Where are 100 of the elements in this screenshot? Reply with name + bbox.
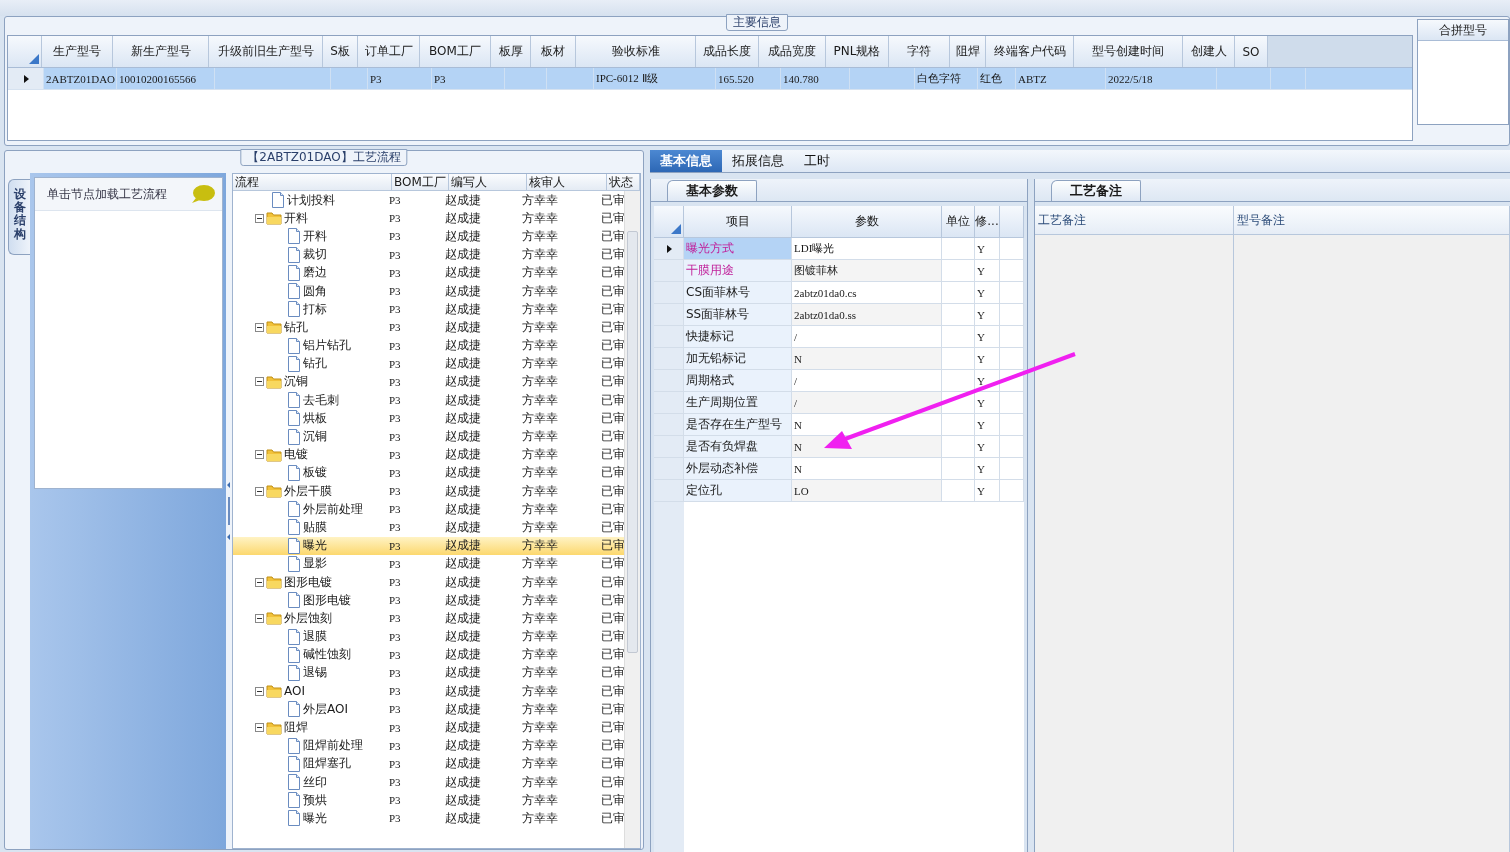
tree-row[interactable]: 外层前处理 P3 赵成捷 方幸幸 已审 [233,500,624,519]
tree-row[interactable]: 贴膜 P3 赵成捷 方幸幸 已审 [233,518,624,537]
tree-row[interactable]: 阻焊 P3 赵成捷 方幸幸 已审 [233,718,624,737]
column-header[interactable]: 板厚 [491,36,531,67]
tree-node[interactable]: 预烘 [303,791,327,809]
collapse-icon[interactable] [255,213,264,223]
tree-node[interactable]: 图形电镀 [303,591,351,609]
tree-node[interactable]: 图形电镀 [284,573,332,591]
tree-row[interactable]: 计划投料 P3 赵成捷 方幸幸 已审 [233,191,624,210]
tree-node[interactable]: 开料 [303,227,327,245]
tree-row[interactable]: 烘板 P3 赵成捷 方幸幸 已审 [233,409,624,428]
collapse-icon[interactable] [255,486,264,496]
tree-row[interactable]: 钻孔 P3 赵成捷 方幸幸 已审 [233,354,624,373]
tab[interactable]: 基本信息 [650,150,722,172]
tree-node[interactable]: 阻焊塞孔 [303,755,351,773]
column-header[interactable]: 核审人 [527,174,607,190]
column-header[interactable]: 型号创建时间 [1074,36,1183,67]
column-header[interactable]: 生产型号 [42,36,113,67]
tree-node[interactable]: 显影 [303,555,327,573]
column-header[interactable]: 成品宽度 [759,36,826,67]
collapse-icon[interactable] [255,577,264,587]
column-header[interactable]: 项目 [684,206,792,238]
tree-node[interactable]: 钻孔 [303,355,327,373]
tab[interactable]: 拓展信息 [722,150,794,172]
tree-node[interactable]: 烘板 [303,409,327,427]
tree-node[interactable]: 去毛刺 [303,391,339,409]
tree-row[interactable]: 碱性蚀刻 P3 赵成捷 方幸幸 已审 [233,645,624,664]
collapse-icon[interactable] [255,322,264,332]
column-header[interactable]: 编写人 [449,174,527,190]
tree-row[interactable]: 退膜 P3 赵成捷 方幸幸 已审 [233,627,624,646]
column-header[interactable]: 阻焊 [950,36,986,67]
tree-node[interactable]: 退膜 [303,628,327,646]
column-header[interactable]: 流程 [233,174,392,190]
tree-node[interactable]: 曝光 [303,537,327,555]
tree-node[interactable]: 板镀 [303,464,327,482]
tree-row[interactable]: 铝片钻孔 P3 赵成捷 方幸幸 已审 [233,336,624,355]
tree-node[interactable]: 贴膜 [303,518,327,536]
tree-node[interactable]: 外层AOI [303,700,348,718]
tree-row[interactable]: 阻焊塞孔 P3 赵成捷 方幸幸 已审 [233,754,624,773]
tree-node[interactable]: 阻焊前处理 [303,737,363,755]
tree-row[interactable]: 圆角 P3 赵成捷 方幸幸 已审 [233,281,624,301]
tree-row[interactable]: 开料 P3 赵成捷 方幸幸 已审 [233,227,624,246]
column-header[interactable]: 工艺备注 [1038,211,1086,229]
tab[interactable]: 工时 [794,150,840,172]
tree-node[interactable]: 圆角 [303,282,327,300]
collapse-icon[interactable] [255,723,264,733]
tree-node[interactable]: 外层蚀刻 [284,609,332,627]
tree-row[interactable]: 板镀 P3 赵成捷 方幸幸 已审 [233,463,624,482]
column-header[interactable]: 板材 [531,36,576,67]
tree-row[interactable]: 曝光 P3 赵成捷 方幸幸 已审 [233,536,624,555]
tree-row[interactable]: 沉铜 P3 赵成捷 方幸幸 已审 [233,372,624,392]
tree-node[interactable]: 电镀 [284,446,308,464]
tree-row[interactable]: 钻孔 P3 赵成捷 方幸幸 已审 [233,318,624,337]
column-header[interactable]: 验收标准 [576,36,696,67]
collapse-icon[interactable] [255,613,264,623]
tree-row[interactable]: 显影 P3 赵成捷 方幸幸 已审 [233,554,624,573]
column-header[interactable]: 升级前旧生产型号 [209,36,323,67]
tree-node[interactable]: 外层前处理 [303,500,363,518]
tree-row[interactable]: 去毛刺 P3 赵成捷 方幸幸 已审 [233,391,624,410]
panel-tab[interactable]: 工艺备注 [1051,180,1141,201]
side-tab[interactable]: 设备结构 [8,179,30,255]
column-header[interactable]: 参数 [792,206,942,238]
column-header[interactable]: 新生产型号 [113,36,209,67]
tree-node[interactable]: 沉铜 [303,428,327,446]
tree-row[interactable]: 外层AOI P3 赵成捷 方幸幸 已审 [233,700,624,719]
tree-row[interactable]: 丝印 P3 赵成捷 方幸幸 已审 [233,773,624,792]
tree-row[interactable]: 预烘 P3 赵成捷 方幸幸 已审 [233,791,624,810]
tree-row[interactable]: 裁切 P3 赵成捷 方幸幸 已审 [233,245,624,264]
tree-node[interactable]: 裁切 [303,246,327,264]
column-header[interactable]: 创建人 [1183,36,1235,67]
column-header[interactable]: 终端客户代码 [986,36,1074,67]
column-header[interactable]: 订单工厂 [358,36,420,67]
tree-row[interactable]: AOI P3 赵成捷 方幸幸 已审 [233,682,624,701]
tree-row[interactable]: 阻焊前处理 P3 赵成捷 方幸幸 已审 [233,736,624,755]
tree-row[interactable]: 磨边 P3 赵成捷 方幸幸 已审 [233,263,624,282]
tree-row[interactable]: 曝光 P3 赵成捷 方幸幸 已审 [233,809,624,828]
tree-row[interactable]: 打标 P3 赵成捷 方幸幸 已审 [233,300,624,319]
column-header[interactable]: 状态 [607,174,640,190]
tree-row[interactable]: 外层干膜 P3 赵成捷 方幸幸 已审 [233,482,624,501]
tree-node[interactable]: 铝片钻孔 [303,337,351,355]
tree-node[interactable]: 丝印 [303,773,327,791]
tree-node[interactable]: 计划投料 [287,191,335,209]
tree-row[interactable]: 图形电镀 P3 赵成捷 方幸幸 已审 [233,591,624,610]
column-header[interactable]: 修... [975,206,1000,238]
tree-node[interactable]: 曝光 [303,809,327,827]
tree-node[interactable]: AOI [284,684,305,699]
tree-row[interactable]: 电镀 P3 赵成捷 方幸幸 已审 [233,445,624,464]
tree-node[interactable]: 阻焊 [284,719,308,737]
tree-node[interactable]: 沉铜 [284,373,308,391]
collapse-icon[interactable] [255,450,264,460]
tree-node[interactable]: 碱性蚀刻 [303,646,351,664]
tree-node[interactable]: 打标 [303,300,327,318]
column-header[interactable]: 成品长度 [696,36,759,67]
tree-node[interactable]: 开料 [284,209,308,227]
tree-row[interactable]: 外层蚀刻 P3 赵成捷 方幸幸 已审 [233,609,624,628]
column-header[interactable]: 单位 [942,206,975,238]
collapse-icon[interactable] [255,377,264,387]
column-header[interactable]: BOM工厂 [420,36,491,67]
column-header[interactable]: PNL规格 [826,36,889,67]
tree-row[interactable]: 沉铜 P3 赵成捷 方幸幸 已审 [233,427,624,446]
